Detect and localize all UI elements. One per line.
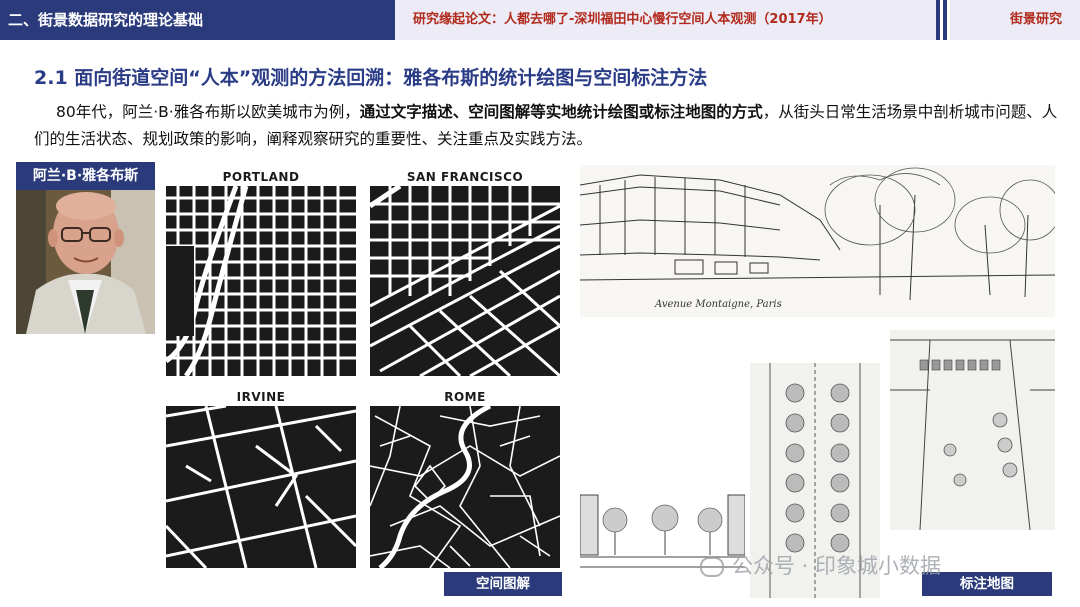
map-title-san-francisco: SAN FRANCISCO <box>406 170 524 184</box>
watermark: 公众号 · 印象城小数据 <box>700 550 941 580</box>
map-rome <box>370 406 560 568</box>
intersection-plan-drawing <box>890 330 1055 531</box>
wechat-icon <box>700 557 724 577</box>
map-irvine <box>166 406 356 568</box>
map-title-portland: PORTLAND <box>222 170 300 184</box>
sketch-caption: Avenue Montaigne, Paris <box>655 299 782 310</box>
header-divider <box>943 0 947 40</box>
intro-paragraph: 80年代，阿兰·B·雅各布斯以欧美城市为例，通过文字描述、空间图解等实地统计绘图… <box>34 99 1064 153</box>
street-sketch: Avenue Montaigne, Paris <box>580 165 1055 317</box>
map-title-irvine: IRVINE <box>236 390 286 404</box>
section-title: 二、街景数据研究的理论基础 <box>0 0 395 40</box>
caption-annotated-map: 标注地图 <box>922 572 1052 596</box>
source-paper-title: 研究缘起论文：人都去哪了-深圳福田中心慢行空间人本观测（2017年） <box>395 0 940 40</box>
map-san-francisco <box>370 186 560 376</box>
map-title-rome: ROME <box>444 390 486 404</box>
paragraph-bold: 通过文字描述、空间图解等实地统计绘图或标注地图的方式 <box>359 103 763 121</box>
header-divider <box>936 0 940 40</box>
map-portland <box>166 186 356 376</box>
portrait-label: 阿兰·B·雅各布斯 <box>16 162 155 190</box>
paragraph-part1: 80年代，阿兰·B·雅各布斯以欧美城市为例， <box>56 103 360 121</box>
watermark-text: 公众号 · 印象城小数据 <box>732 554 942 578</box>
caption-spatial-diagram: 空间图解 <box>444 572 562 596</box>
slide-title: 2.1 面向街道空间“人本”观测的方法回溯：雅各布斯的统计绘图与空间标注方法 <box>34 67 708 89</box>
header-tag: 街景研究 <box>950 0 1080 40</box>
